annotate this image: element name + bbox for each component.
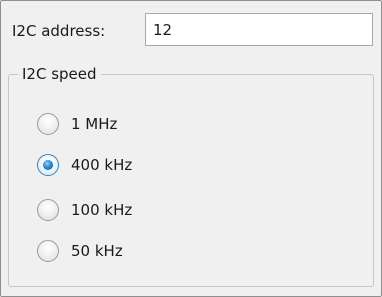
i2c-address-label: I2C address: <box>12 22 106 40</box>
radio-button-50khz[interactable] <box>37 240 59 262</box>
speed-option-label: 400 kHz <box>71 156 133 174</box>
i2c-speed-group-title: I2C speed <box>18 64 101 84</box>
i2c-speed-group: I2C speed 1 MHz 400 kHz 100 kHz 50 kHz <box>8 64 374 287</box>
radio-button-100khz[interactable] <box>37 199 59 221</box>
radio-button-400khz[interactable] <box>37 154 59 176</box>
speed-option-1mhz[interactable]: 1 MHz <box>37 111 117 137</box>
radio-button-1mhz[interactable] <box>37 113 59 135</box>
i2c-settings-panel: I2C address: I2C speed 1 MHz 400 kHz 100… <box>0 0 382 297</box>
speed-option-label: 1 MHz <box>71 115 118 133</box>
speed-option-100khz[interactable]: 100 kHz <box>37 197 132 223</box>
i2c-address-input[interactable] <box>145 13 373 46</box>
speed-option-label: 50 kHz <box>71 242 123 260</box>
radio-selected-dot <box>43 160 53 170</box>
speed-option-label: 100 kHz <box>71 201 133 219</box>
speed-option-50khz[interactable]: 50 kHz <box>37 238 123 264</box>
speed-option-400khz[interactable]: 400 kHz <box>37 152 132 178</box>
